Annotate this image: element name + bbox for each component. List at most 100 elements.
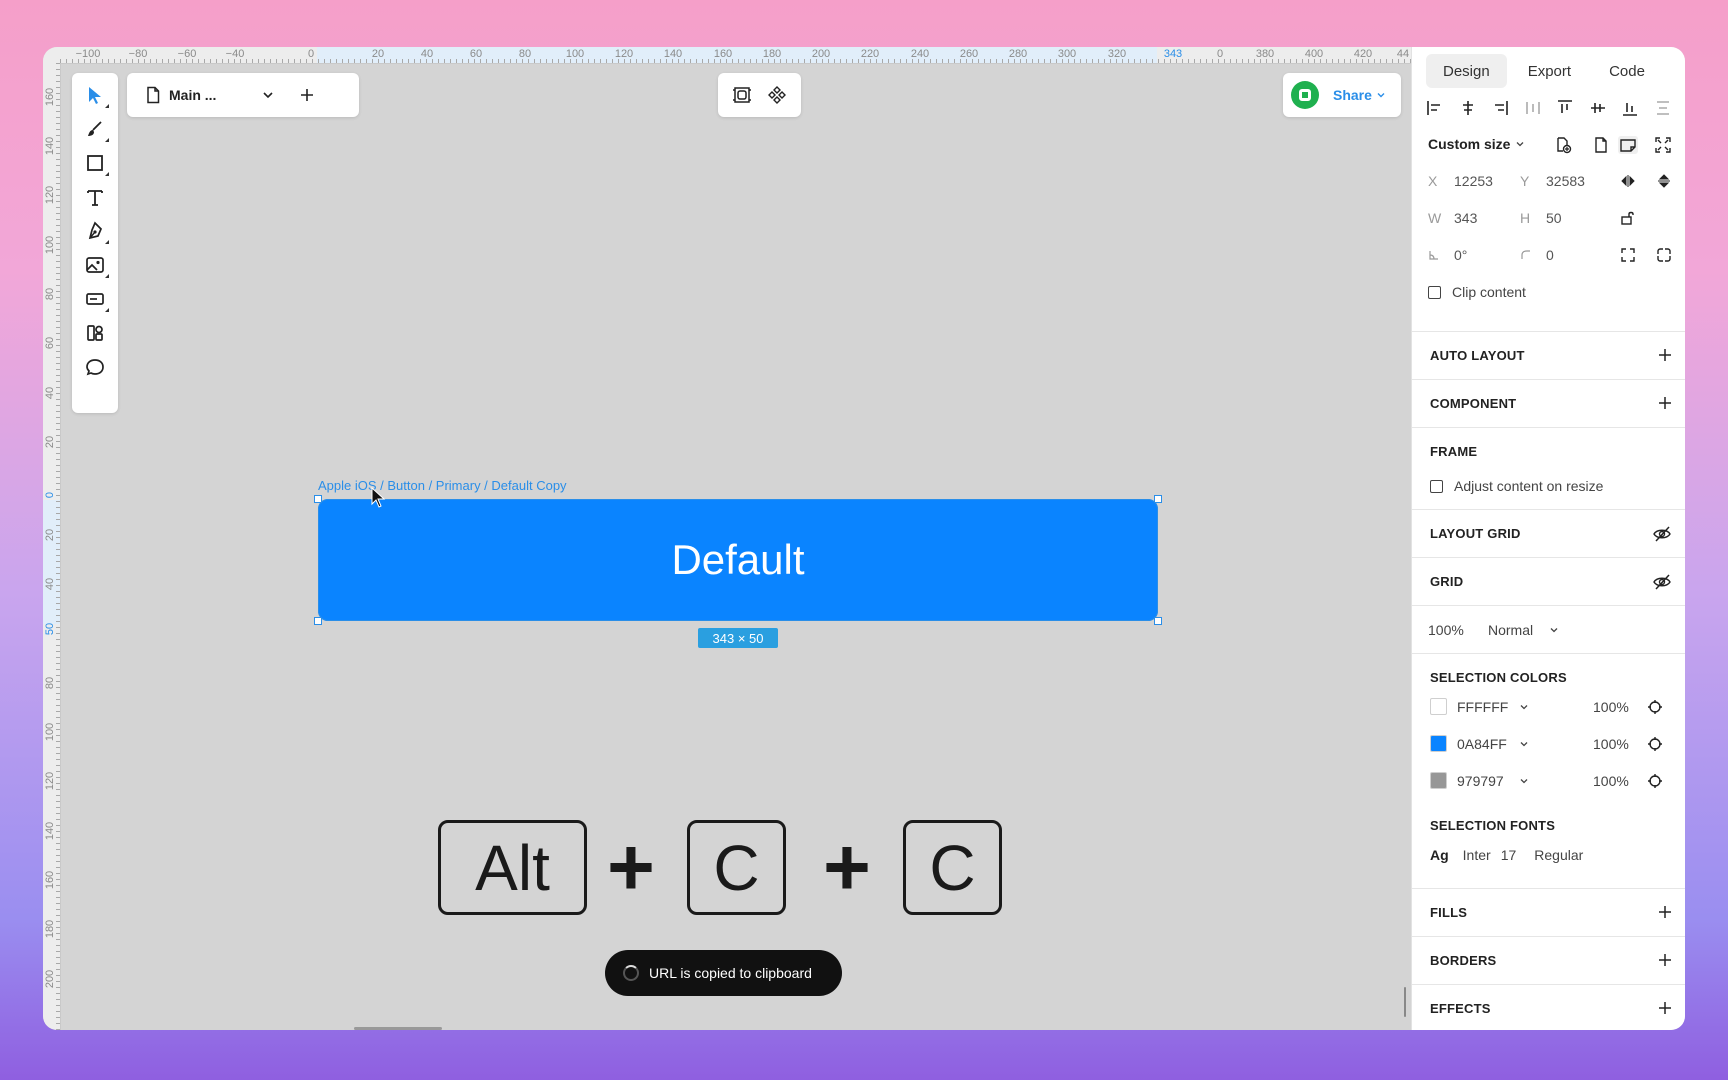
fit-screen-icon[interactable]	[1654, 136, 1672, 154]
text-tool[interactable]	[81, 183, 109, 211]
ruler-top-label: 343	[1163, 48, 1183, 60]
color-opacity[interactable]: 100%	[1593, 736, 1629, 752]
tab-design[interactable]: Design	[1426, 54, 1507, 88]
portrait-icon[interactable]	[1592, 136, 1610, 154]
chevron-down-icon[interactable]	[1519, 702, 1529, 712]
user-avatar[interactable]	[1291, 81, 1319, 109]
font-size: 17	[1500, 847, 1517, 863]
selected-button-frame[interactable]: Default	[318, 499, 1158, 621]
chevron-down-icon[interactable]	[261, 88, 275, 102]
flip-horizontal-icon[interactable]	[1620, 173, 1636, 189]
rotation-input[interactable]: 0°	[1454, 247, 1520, 263]
x-input[interactable]: 12253	[1454, 173, 1520, 189]
distribute-horizontal-icon[interactable]	[1524, 99, 1542, 117]
flip-vertical-icon[interactable]	[1656, 173, 1672, 189]
pen-tool[interactable]	[81, 217, 109, 245]
ruler-left-label: 180	[44, 919, 56, 939]
add-page-icon[interactable]	[299, 87, 315, 103]
resize-handle-top-left[interactable]	[314, 495, 322, 503]
select-matching-icon[interactable]	[1647, 773, 1663, 789]
vertical-scrollbar[interactable]	[1404, 987, 1406, 1017]
rectangle-tool[interactable]	[81, 149, 109, 177]
align-top-icon[interactable]	[1556, 99, 1574, 117]
eye-off-icon[interactable]	[1652, 573, 1672, 591]
frame-preview-icon[interactable]	[732, 85, 752, 105]
input-tool[interactable]	[81, 285, 109, 313]
align-right-icon[interactable]	[1491, 99, 1509, 117]
add-border-icon[interactable]	[1658, 953, 1672, 967]
tab-code[interactable]: Code	[1592, 54, 1662, 88]
ruler-left-label: 80	[44, 287, 56, 301]
component-icon[interactable]	[767, 85, 787, 105]
chevron-down-icon[interactable]	[1515, 139, 1525, 149]
chevron-down-icon[interactable]	[1519, 739, 1529, 749]
resize-handle-top-right[interactable]	[1154, 495, 1162, 503]
brush-tool[interactable]	[81, 115, 109, 143]
w-label: W	[1428, 210, 1442, 226]
distribute-vertical-icon[interactable]	[1654, 99, 1672, 117]
color-swatch[interactable]	[1430, 735, 1447, 752]
chevron-down-icon[interactable]	[1519, 776, 1529, 786]
font-row[interactable]: Ag Inter 17 Regular	[1430, 847, 1583, 863]
frame-title: FRAME	[1430, 444, 1478, 459]
ruler-top-label: 280	[1008, 48, 1028, 60]
image-tool[interactable]	[81, 251, 109, 279]
key-c-second: C	[903, 820, 1002, 915]
tab-export[interactable]: Export	[1511, 54, 1588, 88]
size-preset-row: Custom size	[1428, 136, 1525, 152]
lock-ratio-icon[interactable]	[1620, 210, 1636, 226]
design-panel: Design Export Code Custom size X 12253 Y…	[1411, 47, 1685, 1030]
selection-color-row[interactable]: 0A84FF 100%	[1430, 735, 1670, 752]
resize-handle-bottom-right[interactable]	[1154, 617, 1162, 625]
independent-corners-icon[interactable]	[1656, 247, 1672, 263]
ruler-left-label: 20	[44, 528, 56, 542]
frame-name-label[interactable]: Apple iOS / Button / Primary / Default C…	[318, 478, 567, 493]
radius-input[interactable]: 0	[1546, 247, 1554, 263]
select-matching-icon[interactable]	[1647, 699, 1663, 715]
comment-tool[interactable]	[81, 353, 109, 381]
add-effect-icon[interactable]	[1658, 1001, 1672, 1015]
color-swatch[interactable]	[1430, 772, 1447, 789]
landscape-icon[interactable]	[1618, 136, 1638, 154]
adjust-content-checkbox[interactable]	[1430, 479, 1443, 493]
add-auto-layout-icon[interactable]	[1658, 348, 1672, 362]
color-opacity[interactable]: 100%	[1593, 773, 1629, 789]
ruler-top-label: −80	[128, 48, 148, 60]
size-preset-dropdown[interactable]: Custom size	[1428, 136, 1510, 152]
share-button[interactable]: Share	[1283, 73, 1401, 117]
y-input[interactable]: 32583	[1546, 173, 1606, 189]
clip-content-checkbox[interactable]	[1428, 285, 1441, 299]
page-selector[interactable]: Main ...	[127, 73, 359, 117]
align-bottom-icon[interactable]	[1621, 99, 1639, 117]
align-center-vertical-icon[interactable]	[1589, 99, 1607, 117]
selection-color-row[interactable]: FFFFFF 100%	[1430, 698, 1670, 715]
color-swatch[interactable]	[1430, 698, 1447, 715]
width-input[interactable]: 343	[1454, 210, 1520, 226]
opacity-input[interactable]: 100%	[1428, 622, 1464, 638]
chevron-down-icon[interactable]	[1549, 625, 1559, 635]
clip-content-row: Clip content	[1428, 284, 1526, 300]
horizontal-scrollbar[interactable]	[354, 1027, 442, 1030]
toast-text: URL is copied to clipboard	[649, 965, 812, 981]
blend-mode-dropdown[interactable]: Normal	[1488, 622, 1533, 638]
effects-section: EFFECTS	[1412, 984, 1685, 1030]
selection-color-row[interactable]: 979797 100%	[1430, 772, 1670, 789]
components-tool[interactable]	[81, 319, 109, 347]
add-component-icon[interactable]	[1658, 396, 1672, 410]
eye-off-icon[interactable]	[1652, 525, 1672, 543]
corners-icon[interactable]	[1620, 247, 1636, 263]
color-hex[interactable]: 979797	[1457, 773, 1519, 789]
align-left-icon[interactable]	[1426, 99, 1444, 117]
align-center-horizontal-icon[interactable]	[1459, 99, 1477, 117]
color-opacity[interactable]: 100%	[1593, 699, 1629, 715]
add-fill-icon[interactable]	[1658, 905, 1672, 919]
color-hex[interactable]: 0A84FF	[1457, 736, 1519, 752]
resize-handle-bottom-left[interactable]	[314, 617, 322, 625]
spinner-icon	[623, 965, 639, 981]
select-matching-icon[interactable]	[1647, 736, 1663, 752]
select-tool[interactable]	[81, 81, 109, 109]
ruler-left-label: 120	[44, 185, 56, 205]
add-to-frame-icon[interactable]	[1554, 136, 1572, 154]
height-input[interactable]: 50	[1546, 210, 1606, 226]
color-hex[interactable]: FFFFFF	[1457, 699, 1519, 715]
